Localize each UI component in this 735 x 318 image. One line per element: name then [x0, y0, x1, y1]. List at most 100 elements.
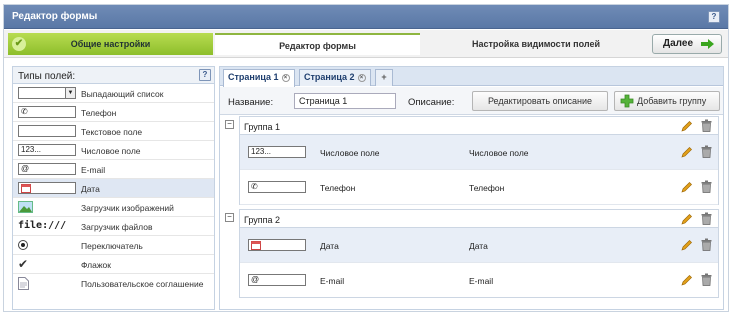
field-type-label: E-mail — [81, 165, 106, 175]
group-title: Группа 1 — [244, 122, 281, 132]
step-label: Настройка видимости полей — [472, 39, 600, 49]
field-row[interactable]: ✆ Телефон Телефон — [240, 170, 718, 205]
next-label: Далее — [663, 38, 694, 49]
field-type-number[interactable]: 123... Числовое поле — [13, 141, 214, 160]
field-type-label: Текстовое поле — [81, 127, 143, 137]
trash-icon[interactable] — [701, 145, 712, 158]
page-name-input[interactable] — [294, 93, 396, 109]
wizard-steps: ✔ Общие настройки Редактор формы Настрой… — [4, 30, 728, 58]
field-type: Числовое поле — [469, 148, 529, 158]
field-row[interactable]: 123... Числовое поле Числовое поле — [240, 135, 718, 170]
field-type-phone[interactable]: ✆ Телефон — [13, 103, 214, 122]
pencil-icon[interactable] — [681, 120, 693, 132]
dropdown-preview: ▼ — [18, 87, 76, 99]
field-type-dropdown[interactable]: ▼ Выпадающий список — [13, 84, 214, 103]
field-type-label: Пользовательское соглашение — [81, 279, 204, 289]
group-title-bar: Группа 1 — [239, 116, 719, 135]
trash-icon[interactable] — [701, 180, 712, 193]
form-editor-panel: Страница 1× Страница 2× + Название: Опис… — [219, 66, 724, 310]
add-group-label: Добавить группу — [637, 96, 707, 106]
group-title: Группа 2 — [244, 215, 281, 225]
field-type-date[interactable]: Дата — [13, 179, 214, 198]
edit-description-button[interactable]: Редактировать описание — [472, 91, 608, 111]
email-preview: @ — [248, 274, 306, 286]
radio-icon — [18, 240, 28, 250]
groups-list: − Группа 1 123... Числовое поле Числовое… — [220, 116, 723, 298]
field-type-label: Дата — [81, 184, 100, 194]
tab-label: Страница 1 — [228, 72, 279, 82]
field-label: E-mail — [320, 276, 345, 286]
field-row[interactable]: Дата Дата — [240, 228, 718, 263]
trash-icon[interactable] — [701, 119, 712, 132]
step-label: Редактор формы — [279, 41, 356, 51]
trash-icon[interactable] — [701, 273, 712, 286]
next-button[interactable]: Далее — [652, 34, 722, 54]
number-preview: 123... — [248, 146, 306, 158]
field-type-label: Числовое поле — [81, 146, 141, 156]
field-type-checkbox[interactable]: ✔ Флажок — [13, 255, 214, 274]
check-icon: ✔ — [18, 257, 29, 271]
trash-icon[interactable] — [701, 212, 712, 225]
field-row[interactable]: @ E-mail E-mail — [240, 263, 718, 298]
image-icon — [18, 201, 33, 213]
close-icon[interactable]: × — [281, 74, 290, 82]
field-types-title: Типы полей: — [18, 71, 76, 82]
step-field-visibility[interactable]: Настройка видимости полей — [422, 33, 650, 55]
field-type-email[interactable]: @ E-mail — [13, 160, 214, 179]
window-help-button[interactable]: ? — [708, 11, 720, 23]
pencil-icon[interactable] — [681, 213, 693, 225]
trash-icon[interactable] — [701, 238, 712, 251]
step-general-settings[interactable]: ✔ Общие настройки — [8, 33, 213, 55]
field-type-radio[interactable]: Переключатель — [13, 236, 214, 255]
description-label: Описание: — [408, 97, 455, 108]
group-body: Дата Дата @ E-mail E-mail — [239, 228, 719, 298]
field-type-label: Переключатель — [81, 241, 143, 251]
add-group-button[interactable]: Добавить группу — [614, 91, 720, 111]
form-editor-window: Редактор формы ? ✔ Общие настройки Редак… — [3, 4, 729, 312]
collapse-icon[interactable]: − — [225, 213, 234, 222]
tab-page-1[interactable]: Страница 1 × — [223, 69, 295, 87]
close-icon[interactable]: × — [357, 74, 366, 82]
field-type-label: Выпадающий список — [81, 89, 164, 99]
step-form-editor[interactable]: Редактор формы — [215, 33, 420, 55]
number-preview: 123... — [18, 144, 76, 156]
field-type: Телефон — [469, 183, 505, 193]
calendar-icon — [21, 184, 31, 193]
add-page-tab[interactable]: + — [375, 69, 393, 86]
phone-preview: ✆ — [248, 181, 306, 193]
field-types-panel: Типы полей: ? ▼ Выпадающий список ✆ Теле… — [12, 66, 215, 310]
field-type-label: Флажок — [81, 260, 111, 270]
field-type-user-agreement[interactable]: Пользовательское соглашение — [13, 274, 214, 293]
pencil-icon[interactable] — [681, 181, 693, 193]
step-label: Общие настройки — [70, 39, 151, 49]
phone-icon: ✆ — [251, 182, 258, 191]
check-icon: ✔ — [12, 37, 26, 51]
date-preview — [18, 182, 76, 194]
tab-page-2[interactable]: Страница 2 × — [299, 69, 371, 86]
collapse-icon[interactable]: − — [225, 120, 234, 129]
field-type-image-upload[interactable]: Загрузчик изображений — [13, 198, 214, 217]
field-label: Телефон — [320, 183, 356, 193]
file-upload-preview: file:/// — [18, 220, 67, 231]
chevron-down-icon: ▼ — [65, 88, 75, 98]
pencil-icon[interactable] — [681, 146, 693, 158]
date-preview — [248, 239, 306, 251]
phone-preview: ✆ — [18, 106, 76, 118]
page-tabs: Страница 1 × Страница 2 × + — [220, 67, 723, 87]
field-types-help-button[interactable]: ? — [199, 69, 211, 81]
document-icon — [18, 277, 29, 290]
pencil-icon[interactable] — [681, 274, 693, 286]
field-types-header: Типы полей: ? — [13, 67, 214, 84]
page-properties-bar: Название: Описание: Редактировать описан… — [220, 87, 723, 115]
group-header: − Группа 1 — [220, 116, 723, 135]
field-type-label: Загрузчик изображений — [81, 203, 174, 213]
field-type: E-mail — [469, 276, 494, 286]
arrow-right-icon — [701, 39, 714, 49]
pencil-icon[interactable] — [681, 239, 693, 251]
field-type-file-upload[interactable]: file:/// Загрузчик файлов — [13, 217, 214, 236]
plus-icon — [620, 94, 634, 108]
field-label: Числовое поле — [320, 148, 380, 158]
field-type-text[interactable]: Текстовое поле — [13, 122, 214, 141]
calendar-icon — [251, 241, 261, 250]
page-name-label: Название: — [228, 97, 274, 108]
